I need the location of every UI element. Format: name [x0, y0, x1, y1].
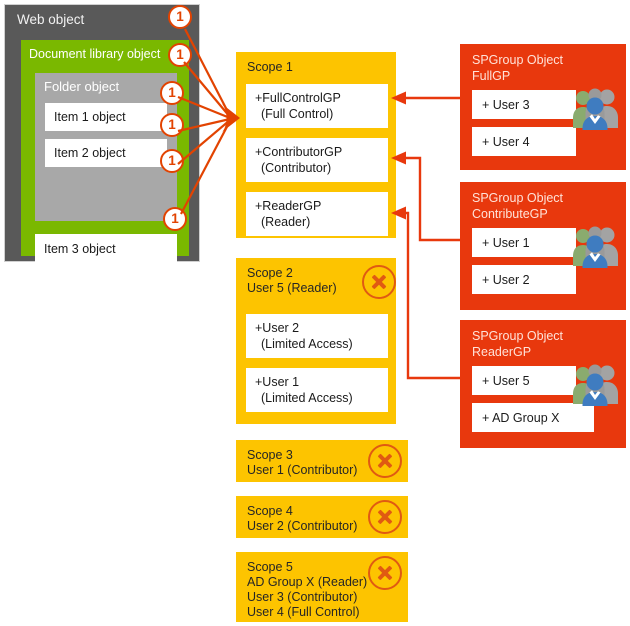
- spgroup-fullgp-box: SPGroup Object FullGP + User 3 + User 4: [460, 44, 626, 170]
- item-1-object-label: Item 1 object: [54, 110, 126, 124]
- spgroup-readergp-box: SPGroup Object ReaderGP + User 5 + AD Gr…: [460, 320, 626, 448]
- scope-1-group-contributorgp-name: +ContributorGP: [255, 145, 343, 159]
- connector-readergp-to-readergp: [406, 211, 460, 380]
- scope-2-entry-user-1: +User 1 (Limited Access): [246, 368, 388, 412]
- spgroup-fullgp-member-user-3-label: + User 3: [482, 97, 530, 112]
- item-3-object-label: Item 3 object: [44, 242, 116, 256]
- folder-object: Folder object Item 1 object Item 2 objec…: [35, 73, 177, 221]
- scope-2-entry-user-2-name: +User 2: [255, 321, 300, 335]
- spgroup-contributegp-member-user-2: + User 2: [472, 265, 576, 294]
- scope-2-entry-user-1-name: +User 1: [255, 375, 300, 389]
- badge-one-folder: 1: [160, 81, 184, 105]
- spgroup-fullgp-member-user-3: + User 3: [472, 90, 576, 119]
- spgroup-contributegp-title: SPGroup Object ContributeGP: [472, 191, 564, 221]
- scope-1-box: Scope 1 +FullControlGP (Full Control) +C…: [236, 52, 396, 238]
- badge-one-item-3: 1: [163, 207, 187, 231]
- badge-one-item-1: 1: [160, 113, 184, 137]
- spgroup-readergp-title: SPGroup Object ReaderGP: [472, 329, 564, 359]
- spgroup-contributegp-box: SPGroup Object ContributeGP + User 1 + U…: [460, 182, 626, 310]
- people-icon: [573, 88, 618, 130]
- item-2-object: Item 2 object: [45, 139, 167, 167]
- people-icon: [573, 364, 618, 406]
- badge-one-item-2: 1: [160, 149, 184, 173]
- spgroup-readergp-member-user-5-label: + User 5: [482, 373, 530, 388]
- scope-2-entry-user-2-permission: (Limited Access): [261, 337, 353, 351]
- scope-5-x-icon: [368, 556, 402, 590]
- scope-5-text: Scope 5 AD Group X (Reader) User 3 (Cont…: [247, 560, 368, 619]
- scope-2-entry-user-2: +User 2 (Limited Access): [246, 314, 388, 358]
- spgroup-readergp-member-user-5: + User 5: [472, 366, 576, 395]
- scope-1-group-contributorgp-permission: (Contributor): [261, 161, 332, 175]
- spgroup-fullgp-title: SPGroup Object FullGP: [472, 53, 564, 83]
- scope-2-entry-user-1-permission: (Limited Access): [261, 391, 353, 405]
- connector-contributegp-to-contributorgp: [406, 156, 460, 242]
- scope-1-group-readergp-name: +ReaderGP: [255, 199, 322, 213]
- spgroup-contributegp-member-user-1: + User 1: [472, 228, 576, 257]
- scope-1-title: Scope 1: [247, 60, 293, 74]
- item-3-object: Item 3 object: [35, 234, 177, 264]
- badge-one-doclib: 1: [168, 43, 192, 67]
- scope-1-group-fullcontrolgp-permission: (Full Control): [261, 107, 334, 121]
- scope-4-x-icon: [368, 500, 402, 534]
- document-library-object-label: Document library object: [29, 47, 161, 61]
- scope-1-group-readergp-permission: (Reader): [261, 215, 311, 229]
- scope-2-title: Scope 2 User 5 (Reader): [247, 266, 337, 295]
- scope-1-group-readergp: +ReaderGP (Reader): [246, 192, 388, 236]
- scope-4-text: Scope 4 User 2 (Contributor): [247, 504, 358, 533]
- spgroup-readergp-member-ad-group-x-label: + AD Group X: [482, 410, 560, 425]
- item-2-object-label: Item 2 object: [54, 146, 126, 160]
- people-icon: [573, 226, 618, 268]
- spgroup-fullgp-member-user-4-label: + User 4: [482, 134, 530, 149]
- spgroup-fullgp-member-user-4: + User 4: [472, 127, 576, 156]
- scope-1-group-fullcontrolgp-name: +FullControlGP: [255, 91, 341, 105]
- badge-one-web: 1: [168, 5, 192, 29]
- scope-1-group-contributorgp: +ContributorGP (Contributor): [246, 138, 388, 182]
- spgroup-readergp-member-ad-group-x: + AD Group X: [472, 403, 594, 432]
- scope-3-x-icon: [368, 444, 402, 478]
- web-object-label: Web object: [17, 12, 85, 27]
- spgroup-contributegp-member-user-1-label: + User 1: [482, 235, 530, 250]
- scope-1-group-fullcontrolgp: +FullControlGP (Full Control): [246, 84, 388, 128]
- folder-object-label: Folder object: [44, 79, 120, 94]
- spgroup-contributegp-member-user-2-label: + User 2: [482, 272, 530, 287]
- item-1-object: Item 1 object: [45, 103, 167, 131]
- diagram-canvas: Web object Document library object Folde…: [0, 0, 630, 626]
- scope-2-x-icon: [362, 265, 396, 299]
- scope-3-text: Scope 3 User 1 (Contributor): [247, 448, 358, 477]
